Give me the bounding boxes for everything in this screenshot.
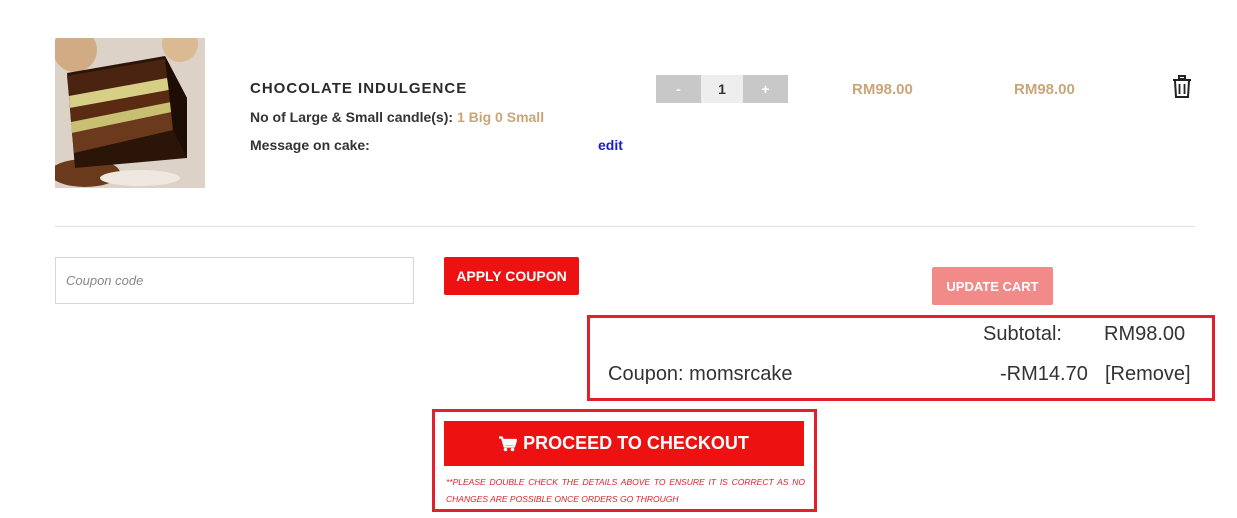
trash-icon[interactable] xyxy=(1172,75,1192,99)
qty-increase-button[interactable]: + xyxy=(743,75,788,103)
candles-value: 1 Big 0 Small xyxy=(456,109,545,125)
checkout-label: PROCEED TO CHECKOUT xyxy=(523,433,749,453)
product-name[interactable]: CHOCOLATE INDULGENCE xyxy=(250,80,467,97)
proceed-to-checkout-button[interactable]: PROCEED TO CHECKOUT xyxy=(444,421,804,466)
coupon-code-input[interactable] xyxy=(55,257,414,304)
subtotal-label: Subtotal: xyxy=(983,323,1062,345)
candles-line: No of Large & Small candle(s): 1 Big 0 S… xyxy=(250,109,544,125)
cart-icon xyxy=(499,435,518,452)
cart-page: CHOCOLATE INDULGENCE No of Large & Small… xyxy=(0,0,1237,518)
line-total: RM98.00 xyxy=(1014,81,1075,98)
unit-price: RM98.00 xyxy=(852,81,913,98)
remove-coupon-link[interactable]: [Remove] xyxy=(1105,363,1191,386)
candles-label: No of Large & Small candle(s): xyxy=(250,109,454,125)
divider xyxy=(55,226,1195,227)
coupon-applied-label: Coupon: momsrcake xyxy=(608,363,793,385)
coupon-discount-value: -RM14.70 xyxy=(1000,363,1088,385)
product-image[interactable] xyxy=(55,38,205,188)
subtotal-value: RM98.00 xyxy=(1104,323,1186,345)
quantity-stepper: - 1 + xyxy=(656,75,788,103)
qty-value[interactable]: 1 xyxy=(701,75,743,103)
edit-message-link[interactable]: edit xyxy=(598,137,623,153)
message-label: Message on cake: xyxy=(250,137,370,153)
qty-decrease-button[interactable]: - xyxy=(656,75,701,103)
update-cart-button[interactable]: UPDATE CART xyxy=(932,267,1053,305)
apply-coupon-button[interactable]: APPLY COUPON xyxy=(444,257,579,295)
checkout-warning-note: **Please double check the details above … xyxy=(446,477,805,504)
